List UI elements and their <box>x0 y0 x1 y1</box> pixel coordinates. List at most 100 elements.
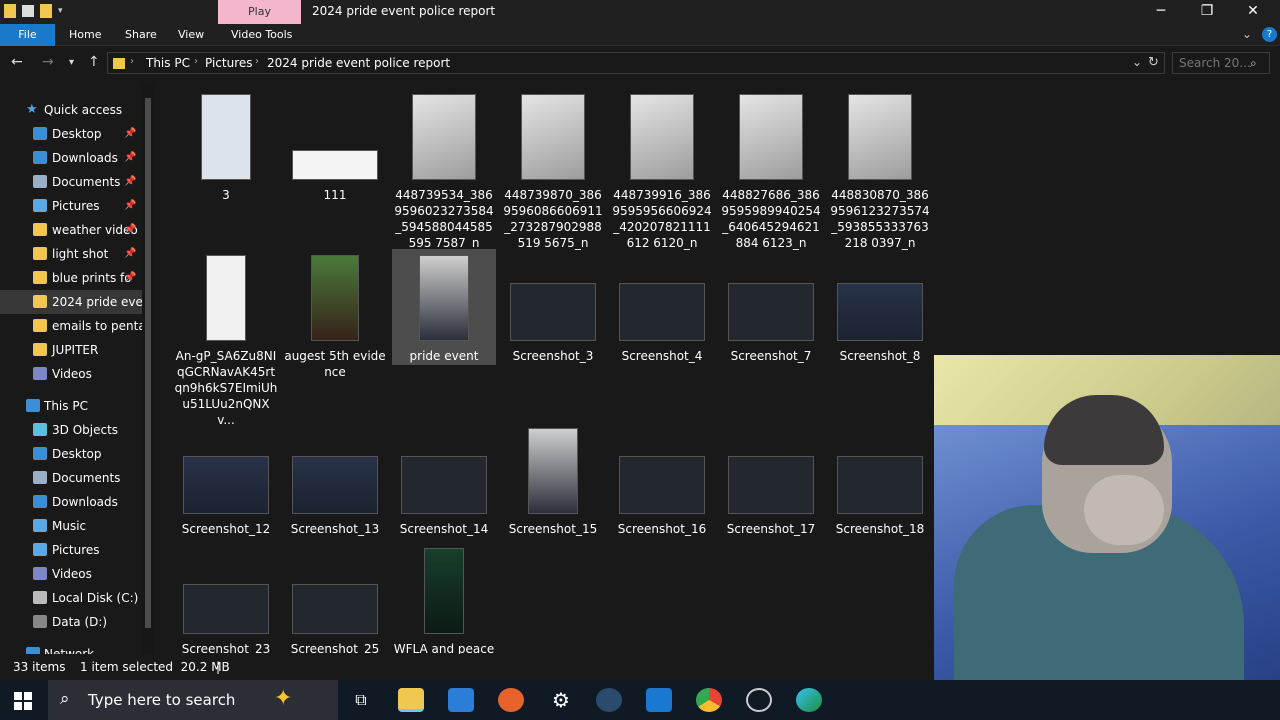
recorder-icon[interactable] <box>746 688 772 712</box>
breadcrumb-pictures[interactable]: Pictures <box>205 56 253 70</box>
file-name: Screenshot_25 <box>290 642 380 654</box>
settings-gear-icon[interactable]: ⚙ <box>548 688 574 712</box>
sidebar-item-weather-video[interactable]: weather video 📌 <box>0 218 142 242</box>
tab-home[interactable]: Home <box>60 24 110 46</box>
drive-icon <box>33 615 47 628</box>
sidebar-pc-item-documents[interactable]: Documents <box>0 466 142 490</box>
file-tile[interactable]: 448739916_3869595956606924_4202078211116… <box>610 90 714 250</box>
nav-this-pc[interactable]: This PC <box>0 394 142 418</box>
sidebar-pc-item-data-d-[interactable]: Data (D:) <box>0 610 142 634</box>
file-tile[interactable]: Screenshot_3 <box>501 249 605 365</box>
file-tile[interactable]: 448739870_3869596086606911_2732879029885… <box>501 90 605 250</box>
firefox-icon[interactable] <box>498 688 524 712</box>
file-tile[interactable]: Screenshot_4 <box>610 249 714 365</box>
minimize-button[interactable]: ─ <box>1138 0 1184 24</box>
folder-icon <box>33 271 47 284</box>
file-tile[interactable]: 111 <box>283 90 387 250</box>
sidebar-pc-item-desktop[interactable]: Desktop <box>0 442 142 466</box>
file-thumbnail <box>292 456 378 514</box>
chrome-icon[interactable] <box>696 688 722 712</box>
file-thumbnail <box>837 283 923 341</box>
scroll-thumb[interactable] <box>145 98 151 628</box>
taskbar-search[interactable]: ⌕ Type here to search ✦ <box>48 680 338 720</box>
maximize-button[interactable]: ❐ <box>1184 0 1230 24</box>
file-name: 448739534_3869596023273584_5945880445855… <box>394 188 494 250</box>
search-icon: ⌕ <box>1250 56 1257 70</box>
up-arrow-icon[interactable]: ↑ <box>88 54 100 70</box>
folder-icon[interactable] <box>4 4 16 18</box>
sidebar-pc-item-downloads[interactable]: Downloads <box>0 490 142 514</box>
file-tile[interactable]: Screenshot_18 <box>828 424 932 584</box>
forward-arrow-icon[interactable]: → <box>42 54 54 70</box>
address-bar[interactable]: › This PC › Pictures › 2024 pride event … <box>107 52 1165 74</box>
file-tile[interactable]: WFLA and peace <box>392 548 496 654</box>
file-tile[interactable]: 448827686_3869595989940254_6406452946218… <box>719 90 823 250</box>
file-tile[interactable]: Screenshot_8 <box>828 249 932 365</box>
folder-icon <box>33 247 47 260</box>
quick-access-toolbar: ▾ <box>4 4 63 18</box>
sidebar-pc-item-music[interactable]: Music <box>0 514 142 538</box>
steam-icon[interactable] <box>596 688 622 712</box>
file-tile[interactable]: Screenshot_7 <box>719 249 823 365</box>
store-icon[interactable] <box>448 688 474 712</box>
properties-icon[interactable] <box>22 5 34 17</box>
pin-icon: 📌 <box>124 200 137 211</box>
taskbar: ⌕ Type here to search ✦ ⧉ ⚙ <box>0 680 1280 720</box>
file-tile[interactable]: Screenshot_13 <box>283 424 387 584</box>
sidebar-item-videos[interactable]: Videos <box>0 362 142 386</box>
sidebar-item-blue-prints-fo[interactable]: blue prints fo 📌 <box>0 266 142 290</box>
sidebar-item-2024-pride-event[interactable]: 2024 pride event <box>0 290 142 314</box>
movie-maker-icon[interactable] <box>646 688 672 712</box>
breadcrumb-current-folder[interactable]: 2024 pride event police report <box>267 56 450 70</box>
file-tile[interactable]: Screenshot_15 <box>501 424 605 584</box>
file-tile[interactable]: Screenshot_23 <box>174 574 278 654</box>
recent-chevron-icon[interactable]: ▾ <box>69 57 74 68</box>
file-tile[interactable]: augest 5th evidence <box>283 249 387 379</box>
tab-view[interactable]: View <box>169 24 213 46</box>
file-tile[interactable]: 448739534_3869596023273584_5945880445855… <box>392 90 496 250</box>
sidebar-item-desktop[interactable]: Desktop 📌 <box>0 122 142 146</box>
refresh-icon[interactable]: ↻ <box>1148 55 1159 70</box>
nav-network[interactable]: Network <box>0 642 142 654</box>
sidebar-item-pictures[interactable]: Pictures 📌 <box>0 194 142 218</box>
sidebar-item-light-shot[interactable]: light shot 📌 <box>0 242 142 266</box>
customize-qa-chevron-icon[interactable]: ▾ <box>58 6 63 16</box>
sidebar-item-emails-to-pentag[interactable]: emails to pentag <box>0 314 142 338</box>
play-context-tab[interactable]: Play <box>218 0 301 24</box>
file-tile[interactable]: Screenshot_16 <box>610 424 714 584</box>
close-button[interactable]: ✕ <box>1230 0 1276 24</box>
sidebar-pc-item-pictures[interactable]: Pictures <box>0 538 142 562</box>
file-tile[interactable]: 448830870_3869596123273574_5938553337632… <box>828 90 932 250</box>
windows-start-icon[interactable] <box>14 692 32 710</box>
file-tile[interactable]: Screenshot_17 <box>719 424 823 584</box>
file-tile[interactable]: An-gP_SA6Zu8NIqGCRNavAK45rtqn9h6kS7EImiU… <box>174 249 278 427</box>
nav-scrollbar[interactable] <box>142 84 154 654</box>
sidebar-item-documents[interactable]: Documents 📌 <box>0 170 142 194</box>
file-explorer-icon[interactable] <box>398 688 424 712</box>
sidebar-pc-item-3d-objects[interactable]: 3D Objects <box>0 418 142 442</box>
breadcrumb-this-pc[interactable]: This PC <box>146 56 190 70</box>
file-tile[interactable]: Screenshot_25 <box>283 574 387 654</box>
help-icon[interactable]: ? <box>1262 27 1277 42</box>
sidebar-pc-item-videos[interactable]: Videos <box>0 562 142 586</box>
file-tile[interactable]: pride event <box>392 249 496 365</box>
tab-video-tools[interactable]: Video Tools <box>222 24 301 46</box>
task-view-icon[interactable]: ⧉ <box>348 688 374 712</box>
file-name: 448739916_3869595956606924_4202078211116… <box>612 188 712 250</box>
tab-file[interactable]: File <box>0 24 55 46</box>
expand-ribbon-icon[interactable]: ⌄ <box>1242 27 1252 41</box>
file-tile[interactable]: 3 <box>174 90 278 250</box>
sidebar-item-jupiter[interactable]: JUPITER <box>0 338 142 362</box>
sidebar-item-downloads[interactable]: Downloads 📌 <box>0 146 142 170</box>
new-folder-icon[interactable] <box>40 4 52 18</box>
person-hair <box>1044 395 1164 465</box>
edge-icon[interactable] <box>796 688 822 712</box>
back-arrow-icon[interactable]: ← <box>11 54 23 70</box>
address-dropdown-icon[interactable]: ⌄ <box>1132 55 1142 69</box>
file-tile[interactable]: Screenshot_12 <box>174 424 278 584</box>
sparkle-icon: ✦ <box>274 686 293 711</box>
nav-quick-access[interactable]: ★ Quick access <box>0 98 142 122</box>
sidebar-pc-item-local-disk-c-[interactable]: Local Disk (C:) <box>0 586 142 610</box>
file-thumbnail <box>292 584 378 634</box>
tab-share[interactable]: Share <box>116 24 166 46</box>
